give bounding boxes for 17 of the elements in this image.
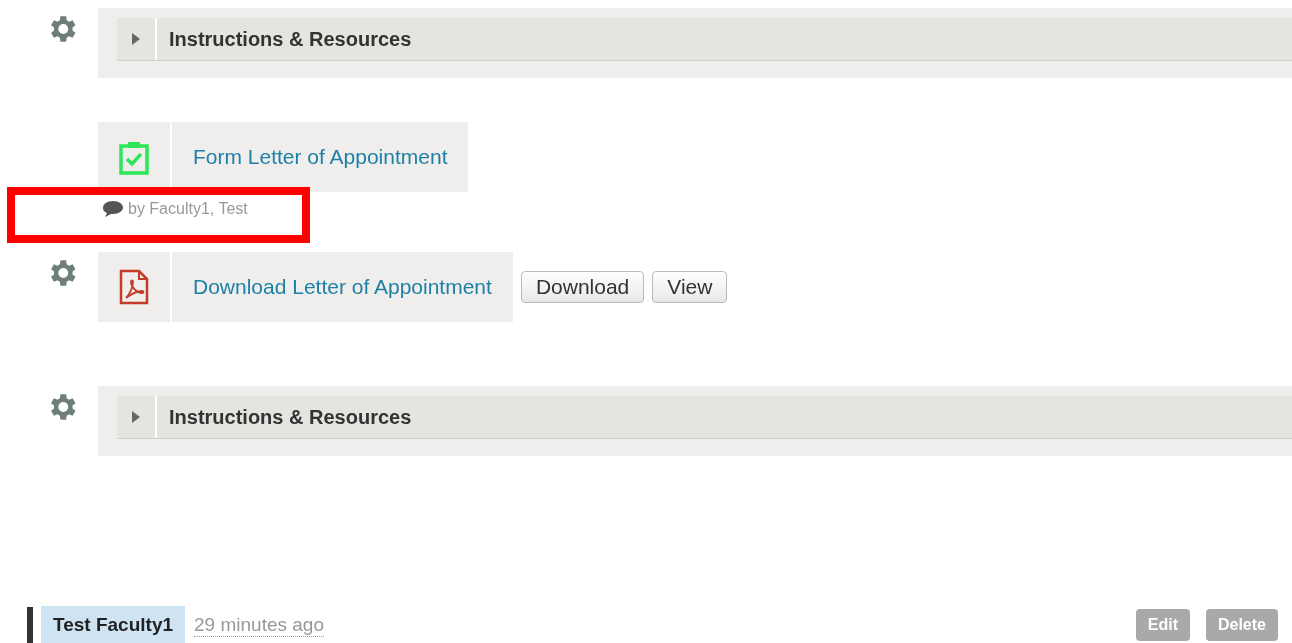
comment-author: Test Faculty1 <box>41 606 186 643</box>
folder-header[interactable]: Instructions & Resources <box>117 18 1292 61</box>
pdf-file-icon <box>119 269 149 305</box>
comment-time: 29 minutes ago <box>194 613 324 637</box>
item-link[interactable]: Form Letter of Appointment <box>172 145 469 169</box>
folder-title: Instructions & Resources <box>168 405 412 429</box>
author-note: by Faculty1, Test <box>128 200 248 218</box>
download-button[interactable]: Download <box>520 271 645 303</box>
clipboard-check-icon <box>118 139 150 175</box>
folder-title: Instructions & Resources <box>168 27 412 51</box>
view-button[interactable]: View <box>652 271 728 303</box>
folder-header[interactable]: Instructions & Resources <box>117 396 1292 439</box>
comment-marker <box>27 607 33 643</box>
caret-icon[interactable] <box>131 411 141 423</box>
caret-icon[interactable] <box>131 33 141 45</box>
comment-icon <box>102 200 124 218</box>
item-link[interactable]: Download Letter of Appointment <box>172 275 513 299</box>
